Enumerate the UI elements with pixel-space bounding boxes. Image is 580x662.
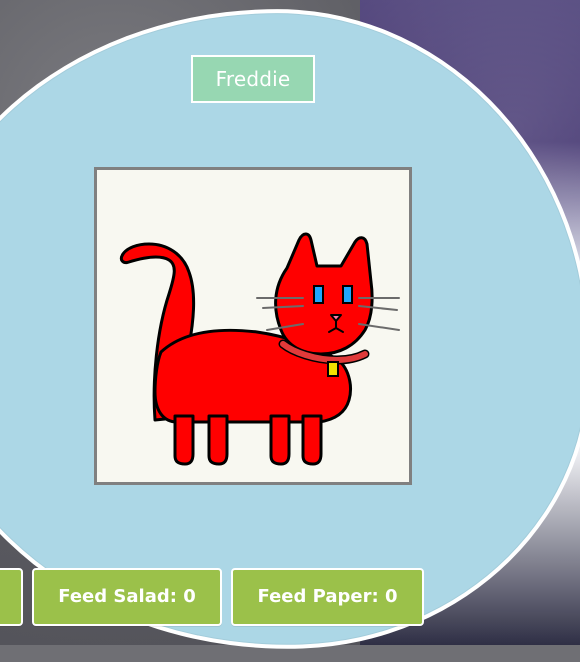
cat-leg-1 (173, 414, 195, 466)
feed-paper-label: Feed Paper: 0 (257, 586, 398, 607)
red-cat-icon (119, 232, 400, 466)
cat-left-eye (313, 285, 324, 304)
feed-salad-button[interactable]: Feed Salad: 0 (32, 568, 222, 626)
cat-leg-3 (269, 414, 291, 466)
feed-salad-label: Feed Salad: 0 (58, 586, 196, 607)
cat-bell (327, 361, 339, 377)
pet-image-frame (94, 167, 412, 485)
action-button-partial[interactable] (0, 568, 23, 626)
pet-name-badge: Freddie (191, 55, 315, 103)
pet-name: Freddie (215, 67, 291, 91)
feed-paper-button[interactable]: Feed Paper: 0 (231, 568, 424, 626)
cat-leg-4 (301, 414, 323, 466)
cat-leg-2 (207, 414, 229, 466)
cat-right-eye (342, 285, 353, 304)
